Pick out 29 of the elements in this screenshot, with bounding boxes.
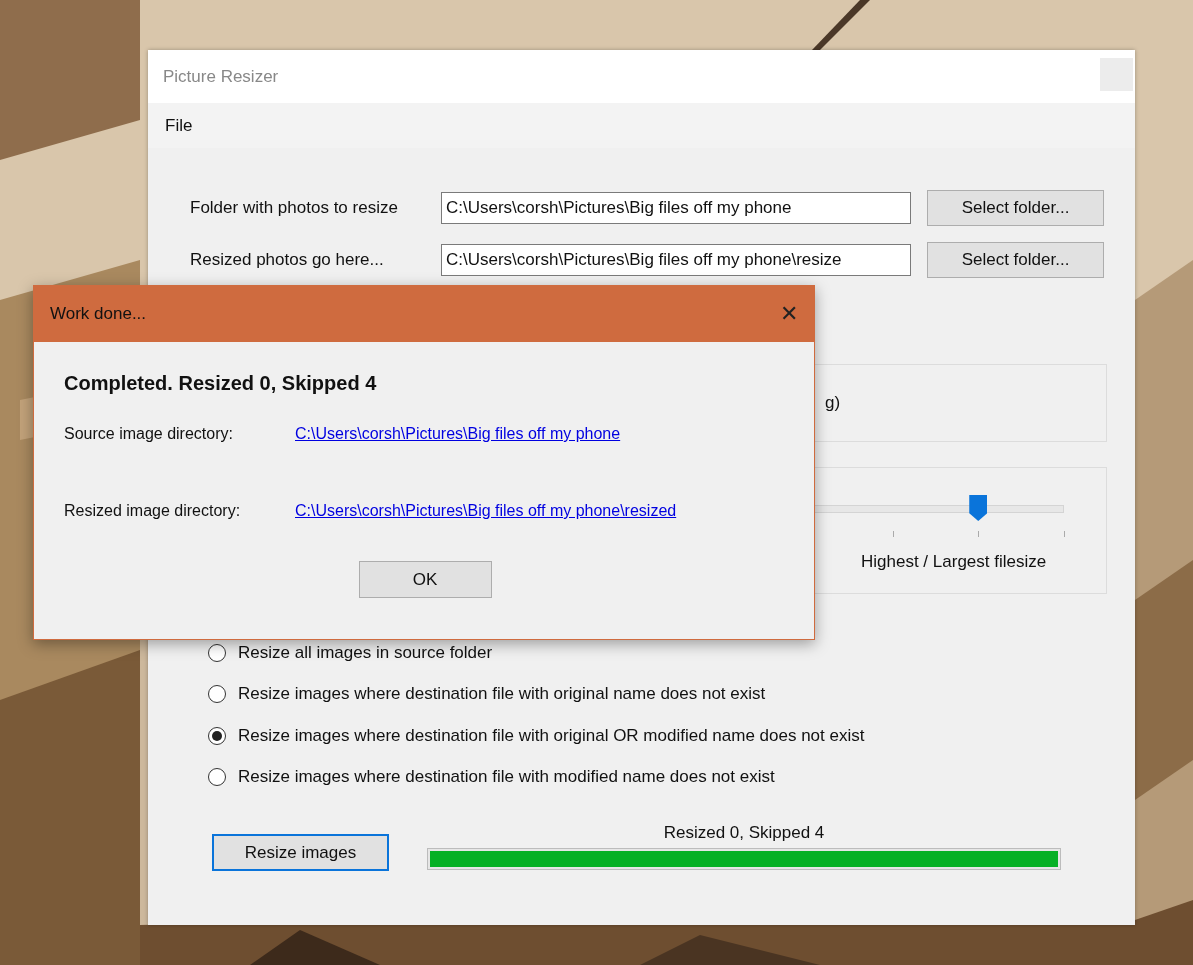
- radio-label[interactable]: Resize images where destination file with modified name does not exist: [238, 767, 775, 788]
- close-button[interactable]: ✕: [774, 301, 804, 327]
- radio-button[interactable]: [208, 726, 226, 745]
- radio-label[interactable]: Resize images where destination file with original OR modified name does not exist: [238, 725, 865, 746]
- radio-button[interactable]: [208, 768, 226, 787]
- progress-label: Resized 0, Skipped 4: [663, 823, 825, 843]
- ok-button[interactable]: OK: [358, 561, 492, 598]
- select-folder-button[interactable]: Select folder...: [927, 190, 1104, 226]
- menu-item[interactable]: File: [162, 113, 196, 138]
- field-label: Resized photos go here...: [190, 250, 385, 270]
- radio-button[interactable]: [208, 643, 226, 662]
- slider-thumb[interactable]: [969, 495, 988, 521]
- group-text: g): [825, 393, 841, 413]
- radio-label[interactable]: Resize all images in source folder: [238, 642, 493, 663]
- window-title: Picture Resizer: [163, 66, 279, 87]
- directory-link[interactable]: C:\Users\corsh\Pictures\Big files off my phone: [295, 425, 621, 443]
- dialog-title: Work done...: [50, 304, 147, 324]
- field-label: Folder with photos to resize: [190, 198, 399, 218]
- slider-label: Highest / Largest filesize: [861, 552, 1047, 572]
- select-folder-button[interactable]: Select folder...: [927, 242, 1104, 278]
- radio-button[interactable]: [208, 685, 226, 704]
- directory-label: Source image directory:: [64, 425, 234, 443]
- path-field[interactable]: C:\Users\corsh\Pictures\Big files off my phone\resize: [441, 244, 911, 276]
- path-field[interactable]: C:\Users\corsh\Pictures\Big files off my phone: [441, 192, 911, 224]
- resize-button[interactable]: Resize images: [212, 834, 389, 871]
- directory-label: Resized image directory:: [64, 502, 242, 520]
- radio-label[interactable]: Resize images where destination file with original name does not exist: [238, 684, 766, 705]
- dialog-heading: Completed. Resized 0, Skipped 4: [64, 372, 378, 395]
- directory-link[interactable]: C:\Users\corsh\Pictures\Big files off my phone\resized: [295, 502, 677, 520]
